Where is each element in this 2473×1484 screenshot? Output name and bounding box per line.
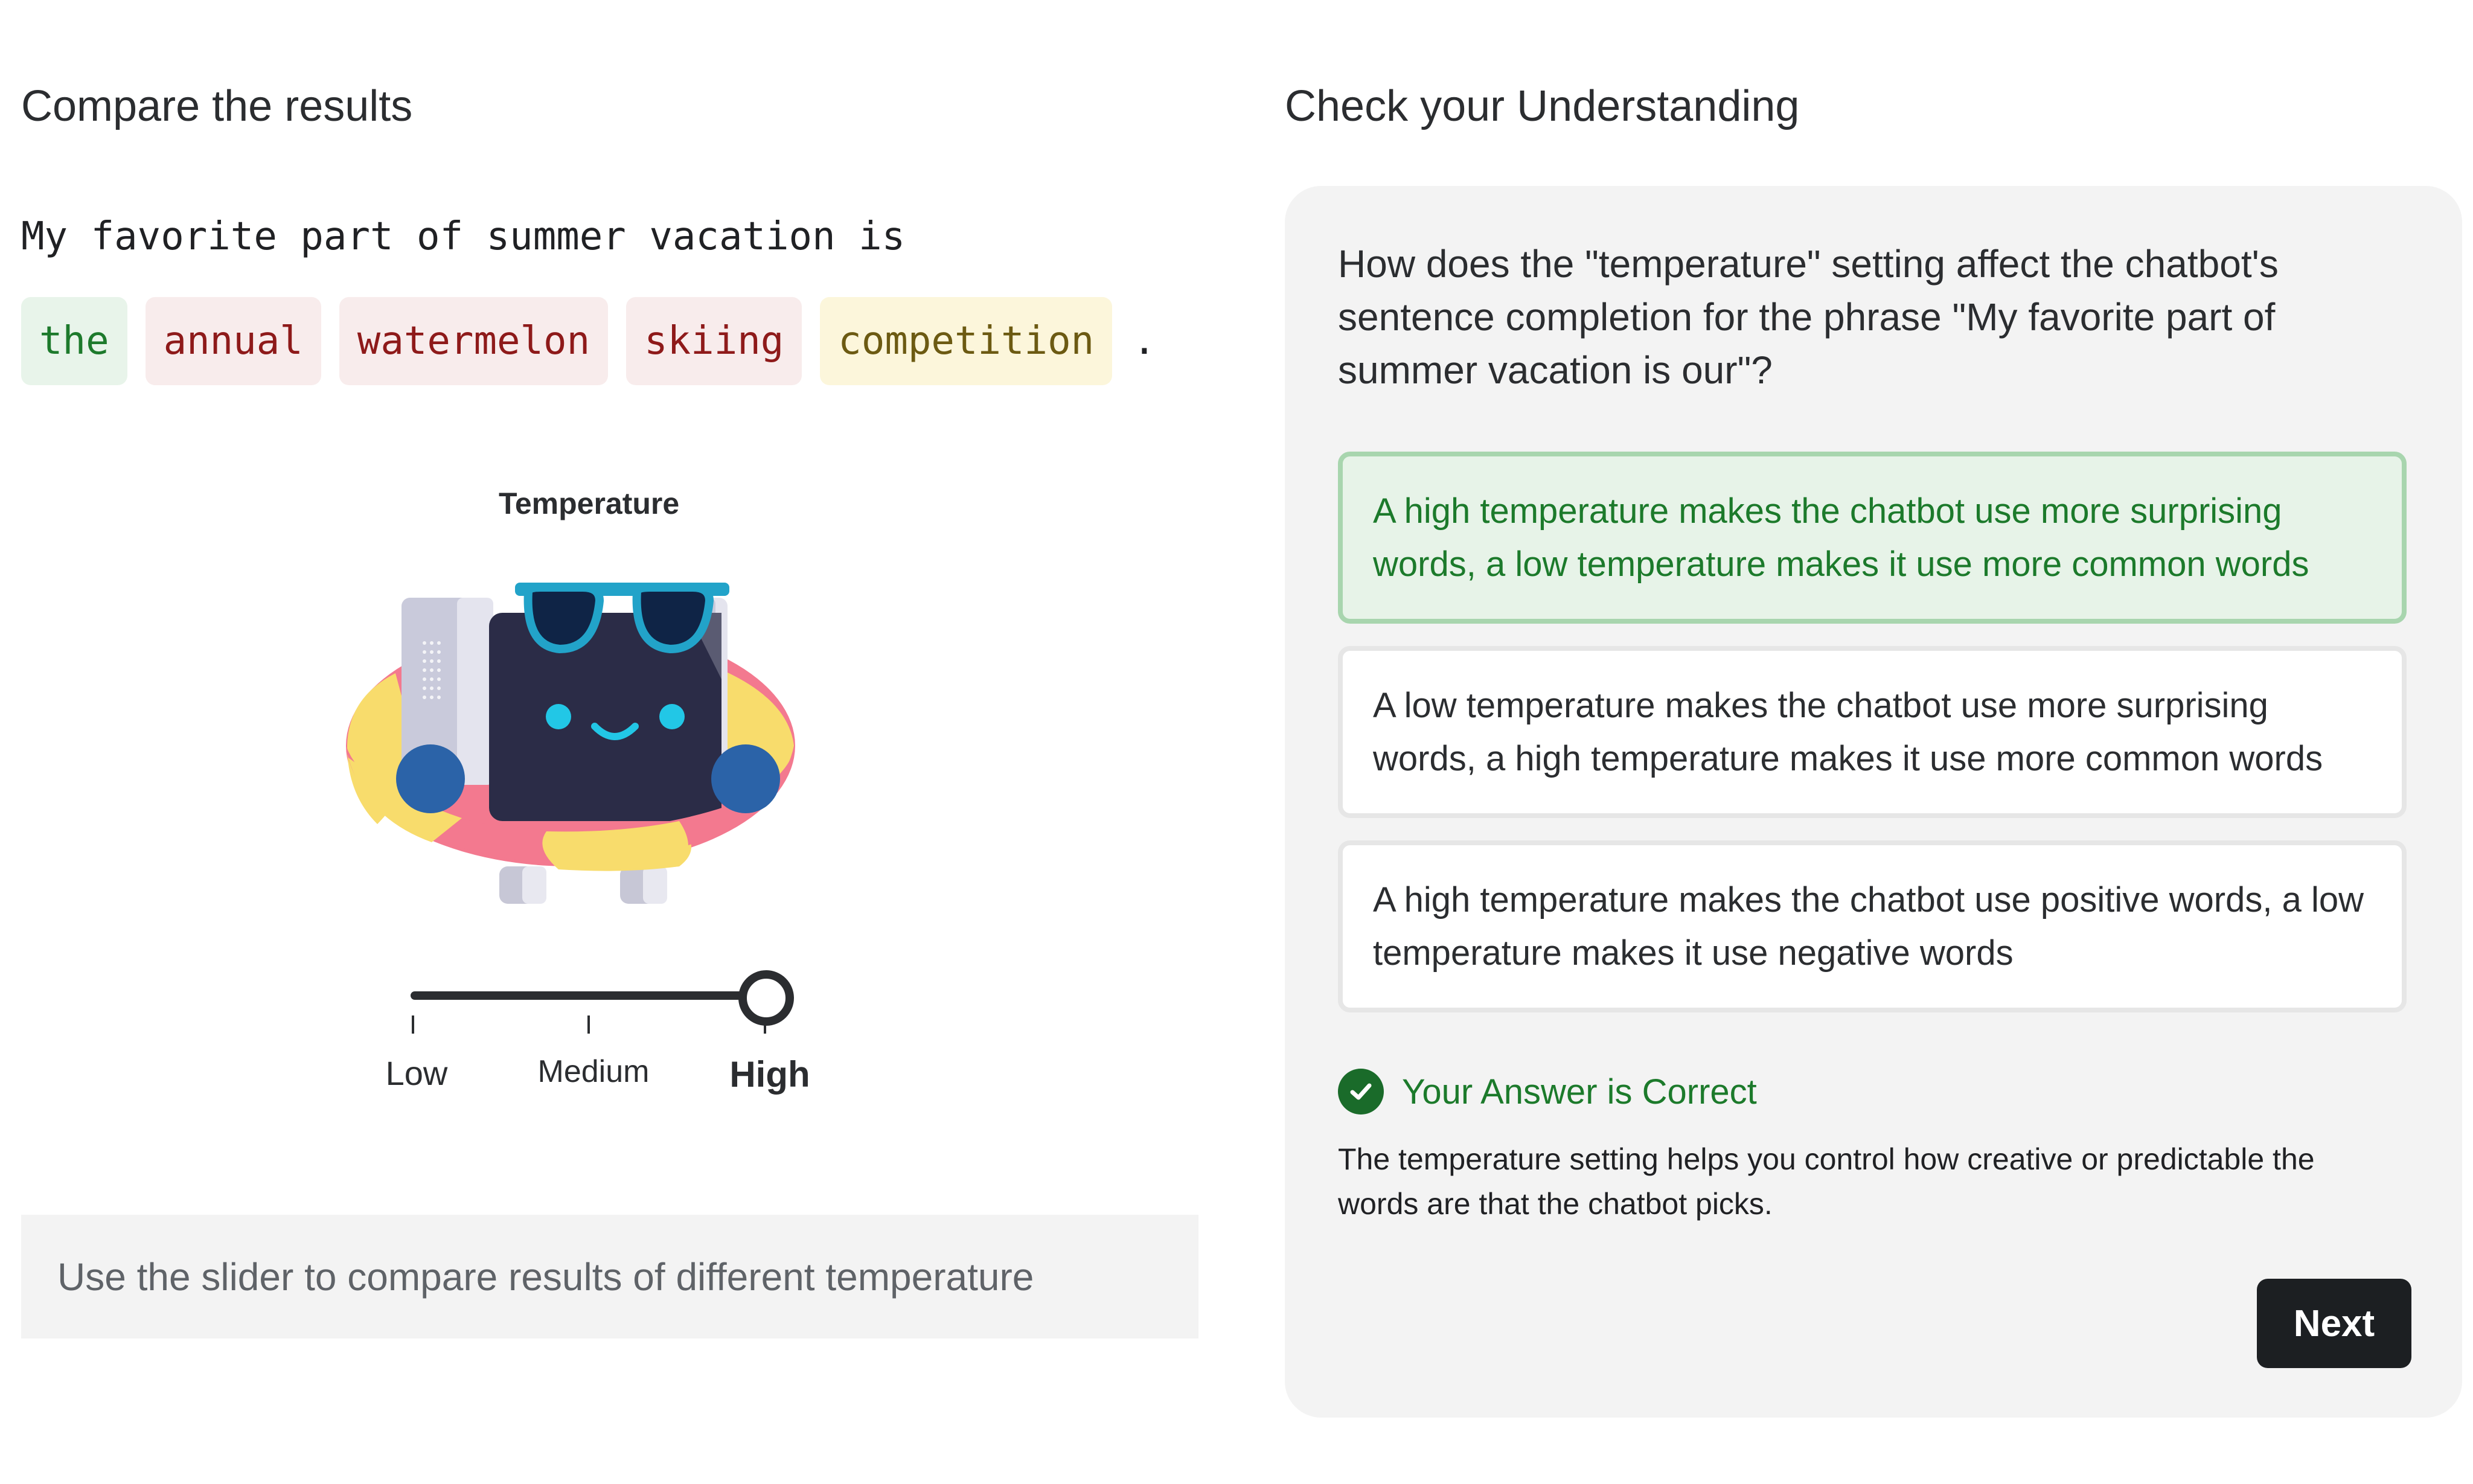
quiz-card: How does the "temperature" setting affec… xyxy=(1285,186,2462,1418)
check-circle-icon xyxy=(1338,1069,1384,1115)
quiz-question: How does the "temperature" setting affec… xyxy=(1338,242,2279,392)
result-text: Your Answer is Correct xyxy=(1402,1072,1757,1111)
answer-option-3[interactable]: A high temperature makes the chatbot use… xyxy=(1338,840,2407,1012)
slider-thumb[interactable] xyxy=(738,970,794,1026)
slider-hint: Use the slider to compare results of dif… xyxy=(21,1215,1198,1338)
answer-option-text: A high temperature makes the chatbot use… xyxy=(1373,880,2364,973)
answer-option-2[interactable]: A low temperature makes the chatbot use … xyxy=(1338,646,2407,818)
prompt-text: My favorite part of summer vacation is xyxy=(21,214,906,259)
answer-option-text: A low temperature makes the chatbot use … xyxy=(1373,685,2323,778)
sentence-period: . xyxy=(1133,319,1156,363)
compare-results-title: Compare the results xyxy=(21,82,413,130)
slider-track[interactable] xyxy=(411,991,755,1000)
slider-label-low[interactable]: Low xyxy=(350,1054,483,1093)
temperature-slider[interactable] xyxy=(405,960,815,1051)
tick-medium xyxy=(587,1015,590,1034)
check-understanding-title: Check your Understanding xyxy=(1285,82,1800,130)
temperature-label: Temperature xyxy=(499,487,680,520)
completion-tokens: the annual watermelon skiing competition… xyxy=(21,296,1156,386)
answer-option-1[interactable]: A high temperature makes the chatbot use… xyxy=(1338,452,2407,624)
slider-label-high[interactable]: High xyxy=(703,1054,836,1095)
slider-hint-text: Use the slider to compare results of dif… xyxy=(57,1255,1034,1299)
token-the: the xyxy=(21,297,127,385)
answer-explanation: The temperature setting helps you contro… xyxy=(1338,1142,2315,1221)
answer-feedback: Your Answer is Correct xyxy=(1338,1069,1757,1115)
slider-label-medium[interactable]: Medium xyxy=(527,1054,660,1090)
token-annual: annual xyxy=(145,297,321,385)
token-skiing: skiing xyxy=(626,297,802,385)
token-competition: competition xyxy=(820,297,1113,385)
token-watermelon: watermelon xyxy=(339,297,609,385)
robot-illustration xyxy=(346,583,795,904)
next-button[interactable]: Next xyxy=(2257,1279,2411,1368)
answer-option-text: A high temperature makes the chatbot use… xyxy=(1373,491,2309,584)
tick-low xyxy=(412,1015,414,1034)
